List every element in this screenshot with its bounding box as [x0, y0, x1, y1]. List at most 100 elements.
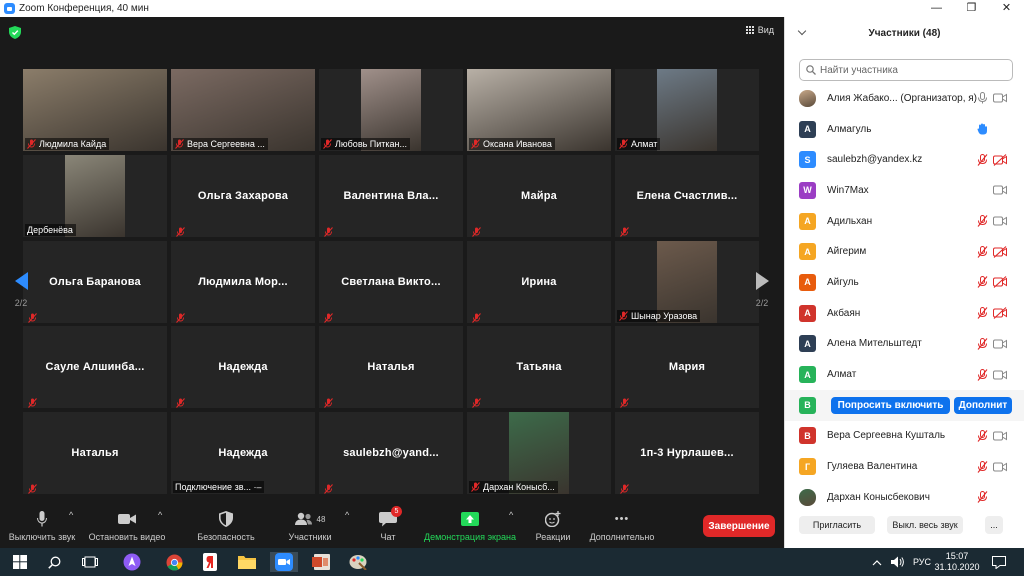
video-camera-icon[interactable] — [993, 184, 1007, 196]
mic-off-icon[interactable] — [977, 491, 988, 504]
view-button[interactable]: Вид — [745, 25, 774, 35]
ask-to-unmute-button[interactable]: Попросить включить — [831, 396, 950, 414]
participant-row[interactable]: W Win7Max — [785, 175, 1024, 206]
windows-start-icon[interactable] — [6, 552, 34, 572]
participant-row[interactable]: А Алена Мительштедт — [785, 329, 1024, 360]
participant-row[interactable]: А Айгерим — [785, 236, 1024, 267]
alice-assistant-icon[interactable] — [118, 552, 146, 572]
stop-video-button[interactable]: Остановить видео — [86, 510, 168, 542]
yandex-browser-icon[interactable] — [196, 552, 224, 572]
mic-off-icon[interactable] — [977, 368, 988, 381]
mute-all-button[interactable]: Выкл. весь звук — [887, 516, 963, 534]
file-explorer-icon[interactable] — [233, 552, 261, 572]
search-taskbar-icon[interactable] — [40, 552, 68, 572]
invite-button[interactable]: Пригласить — [799, 516, 875, 534]
clock[interactable]: 15:07 31.10.2020 — [934, 548, 979, 576]
video-tile[interactable]: Шынар Уразова — [615, 241, 759, 323]
zoom-taskbar-icon[interactable] — [270, 552, 298, 572]
encryption-shield-icon[interactable] — [9, 26, 21, 39]
close-button[interactable]: ✕ — [989, 0, 1024, 17]
mic-off-icon[interactable] — [977, 429, 988, 442]
end-meeting-button[interactable]: Завершение — [703, 515, 775, 537]
mic-off-icon[interactable] — [977, 460, 988, 473]
participant-search-input[interactable]: Найти участника — [799, 59, 1013, 81]
mic-off-icon[interactable] — [977, 215, 988, 227]
video-tile[interactable]: Оксана Иванова — [467, 69, 611, 151]
video-tile[interactable]: Людмила Мор... — [171, 241, 315, 323]
participants-options-caret[interactable]: ^ — [345, 510, 349, 520]
video-tile[interactable]: Татьяна — [467, 326, 611, 408]
participant-row[interactable]: В Попросить включить Дополнит — [785, 389, 1024, 421]
participant-row[interactable]: Г Гуляева Валентина — [785, 451, 1024, 482]
video-tile[interactable]: Дербенёва — [23, 155, 167, 237]
video-camera-icon[interactable] — [993, 430, 1007, 442]
security-button[interactable]: Безопасность — [193, 510, 259, 542]
video-camera-icon[interactable] — [993, 92, 1007, 104]
video-camera-icon[interactable] — [993, 461, 1007, 473]
mute-button[interactable]: Выключить звук — [6, 510, 78, 542]
video-tile[interactable]: Дархан Конысб... — [467, 412, 611, 494]
volume-icon[interactable] — [891, 548, 905, 576]
mic-off-icon[interactable] — [977, 337, 988, 350]
task-view-icon[interactable] — [76, 552, 104, 572]
video-tile[interactable]: Мария — [615, 326, 759, 408]
mic-off-icon[interactable] — [977, 153, 988, 166]
participant-row[interactable]: А Айгуль — [785, 267, 1024, 298]
microphone-icon[interactable] — [977, 92, 988, 104]
video-tile[interactable]: Ольга Захарова — [171, 155, 315, 237]
participant-row[interactable]: Ssaulebzh@yandex.kz — [785, 144, 1024, 175]
tray-chevron-icon[interactable] — [872, 548, 882, 576]
video-camera-icon[interactable] — [993, 369, 1007, 381]
video-tile[interactable]: Надежда Подключение зв... ·– — [171, 412, 315, 494]
video-tile[interactable]: Елена Счастлив... — [615, 155, 759, 237]
panel-more-button[interactable]: ... — [985, 516, 1003, 534]
video-off-icon[interactable] — [993, 307, 1007, 320]
participant-row[interactable]: А Адильхан — [785, 206, 1024, 237]
mic-off-icon[interactable] — [977, 245, 988, 258]
video-tile[interactable]: Светлана Викто... — [319, 241, 463, 323]
participants-button[interactable]: 48 Участники — [283, 510, 337, 542]
participant-row[interactable]: А Алмат — [785, 359, 1024, 390]
share-options-caret[interactable]: ^ — [509, 510, 513, 520]
video-tile[interactable]: Людмила Кайда — [23, 69, 167, 151]
video-tile[interactable]: Алмат — [615, 69, 759, 151]
video-camera-icon[interactable] — [993, 215, 1007, 227]
more-button[interactable]: ••• Дополнительно — [586, 510, 658, 542]
video-off-icon[interactable] — [993, 245, 1007, 258]
presentation-app-icon[interactable] — [307, 552, 335, 572]
video-off-icon[interactable] — [993, 153, 1007, 166]
chat-button[interactable]: 5 Чат — [372, 506, 404, 542]
video-off-icon[interactable] — [993, 276, 1007, 289]
video-tile[interactable]: 1п-3 Нурлашев... — [615, 412, 759, 494]
reactions-button[interactable]: Реакции — [533, 510, 573, 542]
collapse-chevron-icon[interactable] — [797, 26, 807, 36]
video-tile[interactable]: Надежда — [171, 326, 315, 408]
video-tile[interactable]: Наталья — [319, 326, 463, 408]
participant-row[interactable]: А Акбаян — [785, 298, 1024, 329]
video-tile[interactable]: Валентина Вла... — [319, 155, 463, 237]
maximize-button[interactable]: ❐ — [954, 0, 989, 17]
next-page-button[interactable]: 2/2 — [746, 264, 778, 324]
video-tile[interactable]: Ольга Баранова — [23, 241, 167, 323]
video-camera-icon[interactable] — [993, 338, 1007, 350]
video-tile[interactable]: Вера Сергеевна ... — [171, 69, 315, 151]
video-options-caret[interactable]: ^ — [158, 510, 162, 520]
video-tile[interactable]: Сауле Алшинба... — [23, 326, 167, 408]
participant-more-button[interactable]: Дополнит — [954, 396, 1012, 414]
audio-options-caret[interactable]: ^ — [69, 510, 73, 520]
mic-off-icon[interactable] — [977, 307, 988, 320]
keyboard-language[interactable]: РУС — [913, 548, 931, 576]
minimize-button[interactable]: — — [919, 0, 954, 17]
video-tile[interactable]: Любовь Питкан... — [319, 69, 463, 151]
video-tile[interactable]: Наталья — [23, 412, 167, 494]
video-tile[interactable]: Ирина — [467, 241, 611, 323]
participant-row[interactable]: А Алмагуль — [785, 114, 1024, 145]
video-tile[interactable]: saulebzh@yand... — [319, 412, 463, 494]
paint-app-icon[interactable] — [344, 552, 372, 572]
mic-off-icon[interactable] — [977, 276, 988, 289]
prev-page-button[interactable]: 2/2 — [5, 264, 37, 324]
participant-row[interactable]: В Вера Сергеевна Кушталь — [785, 421, 1024, 452]
participant-row[interactable]: Дархан Конысбекович — [785, 482, 1024, 513]
share-screen-button[interactable]: Демонстрация экрана — [422, 510, 518, 542]
video-tile[interactable]: Майра — [467, 155, 611, 237]
